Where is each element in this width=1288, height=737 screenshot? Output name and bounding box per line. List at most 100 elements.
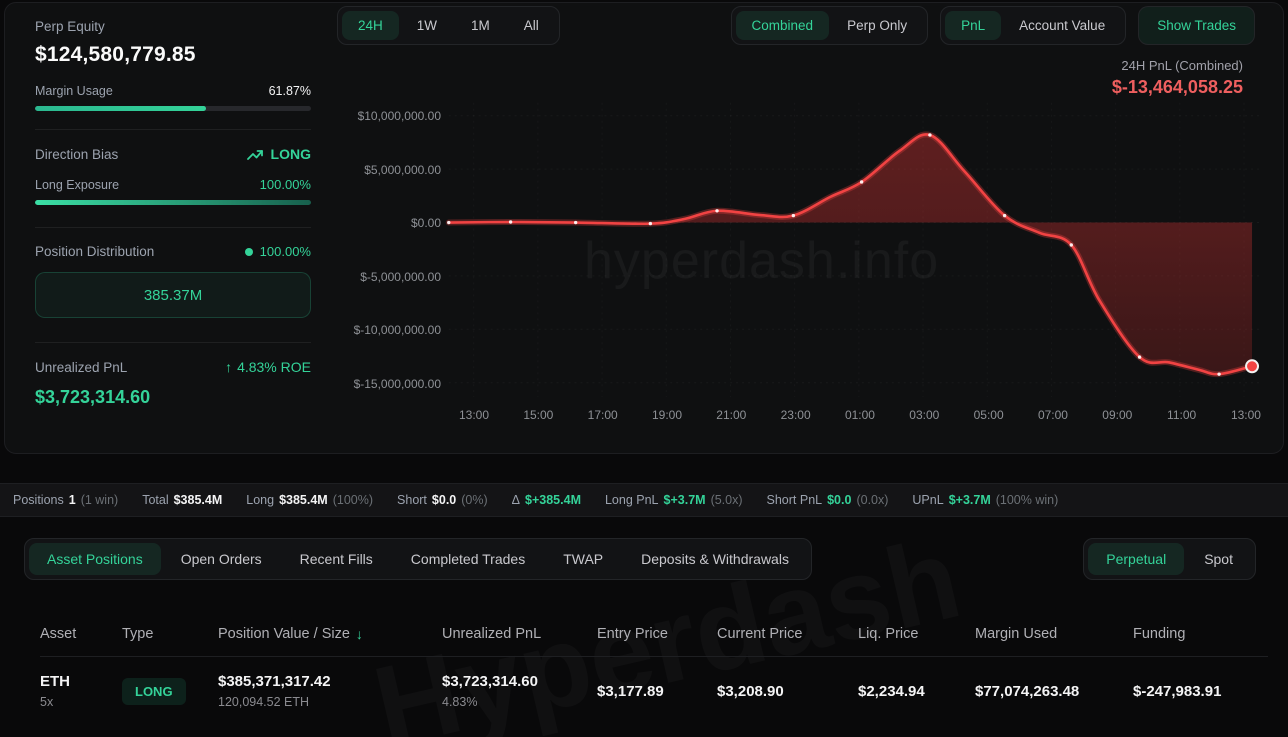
- column-header-funding[interactable]: Funding: [1133, 626, 1268, 642]
- position-box-value: 385.37M: [144, 287, 202, 304]
- summary-value: $+3.7M: [664, 493, 706, 507]
- pnl-account-tab-group: PnLAccount Value: [940, 6, 1126, 45]
- stats-panel: Perp Equity $124,580,779.85 Margin Usage…: [5, 3, 329, 453]
- liq-price-cell: $2,234.94: [858, 683, 975, 700]
- position-value-cell: $385,371,317.42 120,094.52 ETH: [218, 673, 442, 709]
- summary-value: $385.4M: [174, 493, 223, 507]
- positions-summary-bar: Positions1(1 win) Total $385.4M Long$385.4M…: [0, 483, 1288, 517]
- data-point-marker: [1003, 214, 1006, 217]
- column-header-label: Funding: [1133, 626, 1185, 642]
- tab-open-orders[interactable]: Open Orders: [163, 543, 280, 575]
- tab-recent-fills[interactable]: Recent Fills: [282, 543, 391, 575]
- summary-positions: Positions1(1 win): [13, 493, 118, 507]
- column-header-type[interactable]: Type: [122, 626, 218, 642]
- data-point-marker: [574, 221, 577, 224]
- summary-paren: (0%): [461, 493, 487, 507]
- divider: [35, 227, 311, 228]
- bottom-section: Hyperdash Asset PositionsOpen OrdersRece…: [0, 517, 1288, 737]
- table-header-row: AssetTypePosition Value / Size ↓ Unrealize…: [40, 612, 1268, 657]
- summary-label: UPnL: [912, 493, 943, 507]
- column-header-current-price[interactable]: Current Price: [717, 626, 858, 642]
- time-tab-1m[interactable]: 1M: [455, 11, 506, 40]
- summary-: Δ$+385.4M: [512, 493, 581, 507]
- perp-equity-label: Perp Equity: [35, 19, 311, 34]
- mode-tab-perp-only[interactable]: Perp Only: [831, 11, 923, 40]
- column-header-entry-price[interactable]: Entry Price: [597, 626, 717, 642]
- column-header-unrealized-pnl[interactable]: Unrealized PnL: [442, 626, 597, 642]
- summary-total: Total $385.4M: [142, 493, 222, 507]
- sort-down-icon: ↓: [356, 626, 363, 642]
- data-point-marker: [792, 214, 795, 217]
- summary-label: Total: [142, 493, 168, 507]
- position-size: 120,094.52 ETH: [218, 695, 442, 709]
- margin-used-cell: $77,074,263.48: [975, 683, 1133, 700]
- divider: [35, 342, 311, 343]
- chart-area: 24H1W1MAll CombinedPerp Only PnLAccount …: [329, 3, 1283, 453]
- column-header-liq-price[interactable]: Liq. Price: [858, 626, 975, 642]
- column-header-margin-used[interactable]: Margin Used: [975, 626, 1133, 642]
- column-header-position-value-size[interactable]: Position Value / Size ↓: [218, 626, 442, 642]
- unrealized-pnl-value: $3,723,314.60: [442, 673, 597, 690]
- time-range-tab-group: 24H1W1MAll: [337, 6, 560, 45]
- long-exposure-label: Long Exposure: [35, 178, 119, 192]
- long-badge: LONG: [122, 678, 186, 705]
- tab-completed-trades[interactable]: Completed Trades: [393, 543, 543, 575]
- position-distribution-pct: 100.00%: [260, 244, 311, 259]
- column-header-label: Current Price: [717, 626, 802, 642]
- long-exposure-value: 100.00%: [260, 177, 311, 192]
- data-point-marker: [928, 133, 931, 136]
- summary-value: $+3.7M: [949, 493, 991, 507]
- position-distribution-label: Position Distribution: [35, 244, 154, 259]
- long-exposure-fill: [35, 200, 311, 205]
- view-tab-account-value[interactable]: Account Value: [1003, 11, 1121, 40]
- current-value-dot[interactable]: [1246, 360, 1258, 372]
- data-point-marker: [447, 221, 450, 224]
- trend-up-icon: [247, 148, 264, 161]
- perp-equity-value: $124,580,779.85: [35, 43, 311, 67]
- time-tab-24h[interactable]: 24H: [342, 11, 399, 40]
- mode-tab-combined[interactable]: Combined: [736, 11, 830, 40]
- summary-label: Long PnL: [605, 493, 659, 507]
- summary-paren: (5.0x): [711, 493, 743, 507]
- roe-value: 4.83% ROE: [237, 359, 311, 375]
- market-tab-perpetual[interactable]: Perpetual: [1088, 543, 1184, 575]
- summary-label: Long: [246, 493, 274, 507]
- market-tab-spot[interactable]: Spot: [1186, 543, 1251, 575]
- funding-cell: $-247,983.91: [1133, 683, 1268, 700]
- data-point-marker: [649, 222, 652, 225]
- tab-asset-positions[interactable]: Asset Positions: [29, 543, 161, 575]
- data-point-marker: [1138, 355, 1141, 358]
- table-row[interactable]: ETH5xLONG$385,371,317.42120,094.52 ETH$3…: [40, 657, 1268, 709]
- arrow-up-icon: ↑: [225, 359, 232, 375]
- summary-paren: (0.0x): [856, 493, 888, 507]
- margin-usage-value: 61.87%: [269, 84, 311, 98]
- data-point-marker: [509, 220, 512, 223]
- summary-long: Long$385.4M(100%): [246, 493, 373, 507]
- show-trades-button[interactable]: Show Trades: [1138, 6, 1255, 45]
- direction-bias-label: Direction Bias: [35, 147, 118, 162]
- summary-paren: (100% win): [996, 493, 1059, 507]
- tab-deposits-withdrawals[interactable]: Deposits & Withdrawals: [623, 543, 807, 575]
- current-price-cell: $3,208.90: [717, 683, 858, 700]
- summary-label: Short PnL: [767, 493, 823, 507]
- tab-twap[interactable]: TWAP: [545, 543, 621, 575]
- table-body: ETH5xLONG$385,371,317.42120,094.52 ETH$3…: [40, 657, 1268, 709]
- column-header-label: Liq. Price: [858, 626, 918, 642]
- summary-value: $0.0: [827, 493, 851, 507]
- column-header-label: Position Value / Size: [218, 626, 350, 642]
- position-distribution-box[interactable]: 385.37M: [35, 272, 311, 318]
- data-point-marker: [860, 180, 863, 183]
- data-point-marker: [1070, 243, 1073, 246]
- column-header-label: Unrealized PnL: [442, 626, 541, 642]
- type-cell: LONG: [122, 678, 218, 705]
- asset-leverage: 5x: [40, 695, 122, 709]
- chart-pnl-value: $-13,464,058.25: [1112, 77, 1243, 98]
- margin-usage-label: Margin Usage: [35, 84, 113, 98]
- summary-value: $0.0: [432, 493, 456, 507]
- position-value: $385,371,317.42: [218, 673, 442, 690]
- margin-usage-bar: [35, 106, 311, 111]
- time-tab-all[interactable]: All: [508, 11, 555, 40]
- column-header-asset[interactable]: Asset: [40, 626, 122, 642]
- view-tab-pnl[interactable]: PnL: [945, 11, 1001, 40]
- time-tab-1w[interactable]: 1W: [401, 11, 453, 40]
